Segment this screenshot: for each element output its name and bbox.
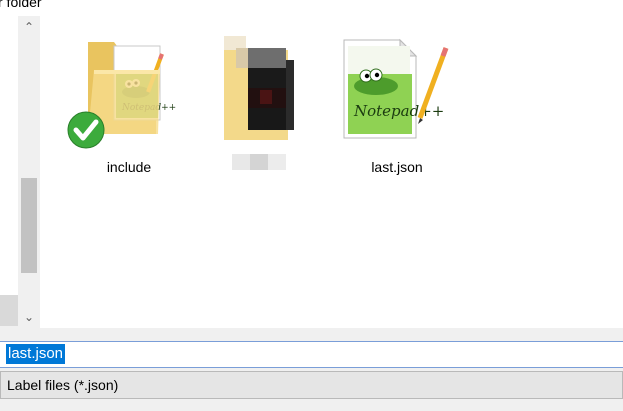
- sync-status-check-icon: [67, 111, 105, 149]
- folder-icon: [224, 36, 294, 170]
- file-name-label: include: [106, 159, 152, 175]
- notepadpp-file-icon: Notepad++: [343, 38, 449, 139]
- scroll-down-icon[interactable]: ⌄: [18, 308, 40, 326]
- file-item-include[interactable]: Notepad++ include: [67, 26, 184, 186]
- file-name-input[interactable]: last.json: [6, 344, 66, 364]
- file-item-last-json[interactable]: Notepad++ last.json: [342, 26, 452, 186]
- svg-text:Notepad++: Notepad++: [353, 102, 444, 120]
- navigation-selected-item[interactable]: [0, 295, 18, 326]
- scroll-up-icon[interactable]: ⌃: [18, 18, 40, 36]
- scroll-thumb[interactable]: [21, 178, 37, 273]
- folder-header-strip: r folder: [0, 0, 623, 17]
- vertical-scrollbar[interactable]: ⌃ ⌄: [18, 16, 40, 328]
- file-name-row[interactable]: last.json: [0, 341, 623, 368]
- navigation-pane[interactable]: [0, 16, 18, 326]
- file-type-dropdown[interactable]: Label files (*.json): [0, 371, 623, 399]
- file-item-blurred[interactable]: [208, 26, 318, 186]
- file-name-label: last.json: [371, 159, 423, 175]
- folder-header-label: r folder: [0, 0, 42, 10]
- file-type-label: Label files (*.json): [7, 377, 119, 393]
- file-list-pane[interactable]: Notepad++ include: [40, 16, 623, 328]
